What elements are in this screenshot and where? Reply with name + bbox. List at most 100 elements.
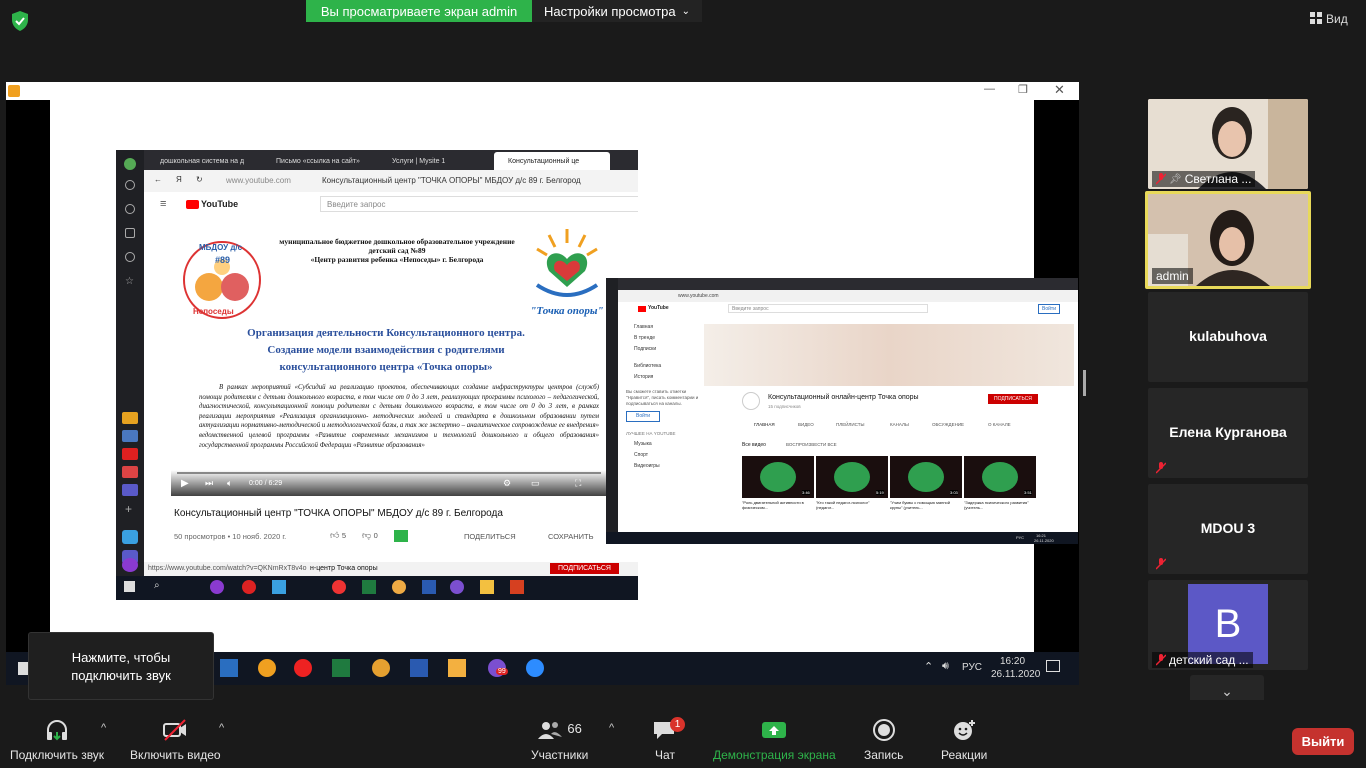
view-settings-dropdown[interactable]: Настройки просмотра ⌄ — [532, 0, 702, 22]
zoom-taskbar-icon — [526, 659, 544, 677]
share-screen-button[interactable]: Демонстрация экрана — [713, 718, 836, 762]
reactions-label: Реакции — [941, 748, 988, 762]
video-stats: 50 просмотров • 10 нояб. 2020 г. 👍︎ 5 👎︎… — [174, 530, 614, 546]
browser-tab-active: Консультационный це — [494, 152, 610, 170]
share-screen-icon — [762, 722, 787, 738]
video-options-caret-icon[interactable]: ^ — [219, 722, 224, 734]
org-line-1: муниципальное бюджетное дошкольное образ… — [279, 237, 515, 246]
dislike-button[interactable]: 👎︎ 0 — [362, 530, 378, 541]
org-line-2: детский сад №89 — [368, 246, 426, 255]
channel-partial: н-центр Точка опоры — [310, 565, 378, 572]
app-taskbar-icon — [258, 659, 276, 677]
share-button[interactable]: ПОДЕЛИТЬСЯ — [464, 532, 516, 541]
leave-meeting-button[interactable]: Выйти — [1292, 728, 1354, 755]
chat-label: Чат — [655, 748, 675, 762]
participant-name: kulabuhova — [1189, 328, 1267, 344]
search-icon: ⌕ — [154, 580, 160, 591]
restore-icon[interactable]: ❐ — [1018, 83, 1028, 96]
pin-icon: 📌︎ — [1169, 173, 1182, 185]
participant-tile[interactable]: B детский сад ... — [1148, 580, 1308, 670]
participant-tile-active[interactable]: admin — [1145, 191, 1311, 289]
minimize-icon[interactable]: — — [984, 83, 995, 95]
split-handle[interactable] — [1083, 370, 1086, 396]
word-taskbar-icon — [220, 659, 238, 677]
audio-options-caret-icon[interactable]: ^ — [101, 722, 106, 734]
word2-taskbar-icon — [410, 659, 428, 677]
participant-nameplate — [1152, 460, 1170, 476]
join-audio-button[interactable]: Подключить звук — [10, 718, 104, 762]
reactions-button[interactable]: Реакции — [941, 718, 987, 762]
menu-icon: ≡ — [160, 198, 167, 210]
security-shield-icon[interactable] — [10, 10, 30, 32]
page-title: Консультационный центр "ТОЧКА ОПОРЫ" МБД… — [322, 176, 581, 185]
participant-name: Елена Курганова — [1169, 424, 1287, 440]
channel-yt-header: YouTube Введите запрос Войти — [618, 302, 1078, 316]
participant-name: admin — [1156, 269, 1189, 283]
channel-address-bar: www.youtube.com — [618, 290, 1078, 302]
shared-window-titlebar: — ❐ ✕ — [6, 82, 1079, 100]
record-button[interactable]: Запись — [864, 718, 903, 762]
record-label: Запись — [864, 748, 904, 762]
participants-count: 66 — [567, 721, 582, 736]
close-icon[interactable]: ✕ — [1054, 82, 1065, 98]
video-thumbnails: "Роль двигательной активности в физическ… — [742, 456, 1072, 526]
tray-date: 26.11.2020 — [991, 669, 1041, 680]
participant-tile[interactable]: MDOU 3 — [1148, 484, 1308, 574]
subscribe-partial: ПОДПИСАТЬСЯ — [550, 563, 619, 574]
youtube-header: ≡ YouTube Введите запрос — [144, 192, 638, 218]
participant-tile[interactable]: kulabuhova — [1148, 292, 1308, 382]
tochka-opory-logo: "Точка опоры" — [527, 225, 607, 325]
participants-options-caret-icon[interactable]: ^ — [609, 722, 614, 734]
participant-name: Светлана ... — [1184, 172, 1252, 186]
tray-time: 16:20 — [1000, 656, 1026, 667]
save-button[interactable]: СОХРАНИТЬ — [548, 532, 594, 541]
play-icon[interactable]: ▶ — [181, 478, 189, 489]
video-progress[interactable] — [177, 472, 601, 474]
participant-nameplate: 📌︎ Светлана ... — [1152, 171, 1256, 187]
settings-icon[interactable]: ⚙ — [503, 478, 511, 489]
tray-language: РУС — [962, 662, 983, 673]
chevron-down-icon: ⌄ — [1221, 682, 1233, 699]
excel-taskbar-icon — [332, 659, 350, 677]
miniplayer-icon[interactable]: ▭ — [531, 478, 540, 489]
fullscreen-icon[interactable]: ⛶ — [575, 478, 581, 489]
browser-tabs: дошкольная система на д Письмо «ссылка н… — [144, 150, 638, 170]
all-videos-row: Все видео ВОСПРОИЗВЕСТИ ВСЕ — [742, 442, 837, 448]
unmute-tooltip: Нажмите, чтобы подключить звук — [28, 632, 214, 700]
next-icon[interactable]: ⏭ — [205, 478, 213, 489]
participant-tile[interactable]: 📌︎ Светлана ... — [1148, 99, 1308, 189]
back-arrow-icon: ← — [154, 175, 162, 184]
reactions-icon — [954, 720, 976, 740]
channel-browser-sidebar — [606, 278, 618, 544]
org-line-3: «Центр развития ребенка «Непоседы» г. Бе… — [310, 255, 484, 264]
channel-banner — [704, 324, 1074, 386]
youtube-logo: YouTube — [186, 199, 238, 209]
volume-icon[interactable]: 🔈︎ — [227, 478, 232, 489]
participants-button[interactable]: 66 Участники — [531, 718, 588, 762]
start-video-label: Включить видео — [130, 748, 221, 762]
channel-left-nav: Главная В тренде Подписки Библиотека Ист… — [626, 324, 699, 469]
mic-muted-icon — [1155, 654, 1167, 666]
view-button-label: Вид — [1326, 12, 1348, 26]
shared-screen: — ❐ ✕ ☆ + дошкольная система на д Письмо… — [6, 82, 1079, 685]
participants-icon — [538, 722, 563, 739]
address-url: www.youtube.com — [226, 176, 291, 185]
start-video-button[interactable]: Включить видео — [130, 718, 221, 762]
slide-heading-2: Создание модели взаимодействия с родител… — [267, 344, 505, 356]
browser-tab: Письмо «ссылка на сайт» — [276, 157, 360, 165]
reload-icon: ↻ — [196, 175, 203, 184]
notification-icon — [1046, 660, 1060, 672]
speaker-icon: 🔊︎ — [942, 660, 949, 672]
browser-window: ☆ + дошкольная система на д Письмо «ссыл… — [116, 150, 638, 600]
like-button[interactable]: 👍︎ 5 — [330, 530, 346, 541]
download-icon[interactable] — [394, 530, 408, 542]
yandex-icon: Я — [176, 175, 182, 184]
participant-tile[interactable]: Елена Курганова — [1148, 388, 1308, 478]
grid-icon — [1310, 11, 1322, 27]
view-button[interactable]: Вид — [1310, 8, 1360, 30]
kindergarten-logo: МБДОУ д/с #89 Непоседы — [179, 237, 265, 323]
browser-tab: Услуги | Mysite 1 — [392, 157, 446, 165]
browser-sidebar: ☆ + — [116, 150, 144, 600]
share-screen-label: Демонстрация экрана — [713, 748, 836, 762]
mic-muted-icon — [1155, 558, 1167, 570]
